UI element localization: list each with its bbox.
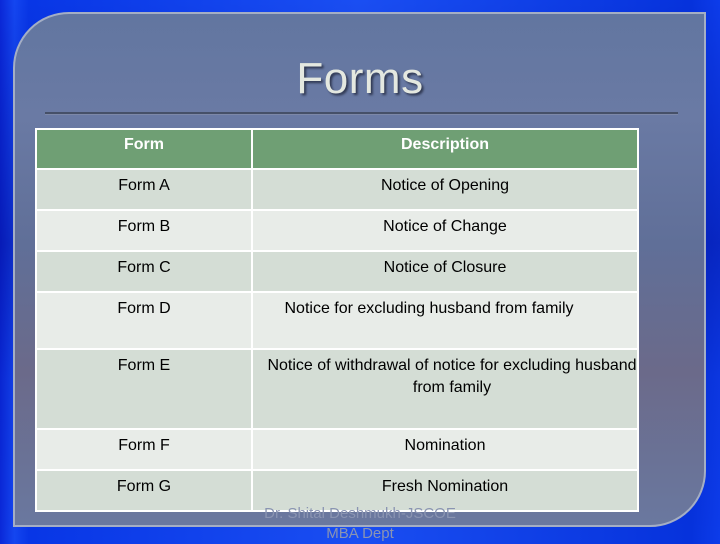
- description-cell: Notice for excluding husband from family: [251, 291, 639, 350]
- forms-table: Form Description Form A Notice of Openin…: [35, 128, 639, 512]
- form-cell: Form E: [35, 348, 253, 430]
- description-cell: Notice of Opening: [251, 168, 639, 211]
- table-row: Form F Nomination: [35, 428, 639, 471]
- form-cell: Form A: [35, 168, 253, 211]
- title-divider: [45, 112, 678, 115]
- slide-title: Forms: [296, 54, 424, 103]
- table-row: Form E Notice of withdrawal of notice fo…: [35, 348, 639, 430]
- form-cell: Form F: [35, 428, 253, 471]
- table-row: Form D Notice for excluding husband from…: [35, 291, 639, 350]
- description-cell: Notice of withdrawal of notice for exclu…: [251, 348, 639, 430]
- description-cell: Notice of Closure: [251, 250, 639, 293]
- description-cell: Nomination: [251, 428, 639, 471]
- form-cell: Form B: [35, 209, 253, 252]
- form-cell: Form G: [35, 469, 253, 512]
- table-row: Form B Notice of Change: [35, 209, 639, 252]
- column-header-form: Form: [35, 128, 253, 170]
- footer-department: MBA Dept: [326, 525, 394, 542]
- table-header-row: Form Description: [35, 128, 639, 170]
- form-cell: Form D: [35, 291, 253, 350]
- column-header-description: Description: [251, 128, 639, 170]
- table-row: Form A Notice of Opening: [35, 168, 639, 211]
- table-row: Form C Notice of Closure: [35, 250, 639, 293]
- description-cell: Notice of Change: [251, 209, 639, 252]
- form-cell: Form C: [35, 250, 253, 293]
- footer-author: Dr. Shital Deshmukh-JSCOE: [264, 505, 456, 522]
